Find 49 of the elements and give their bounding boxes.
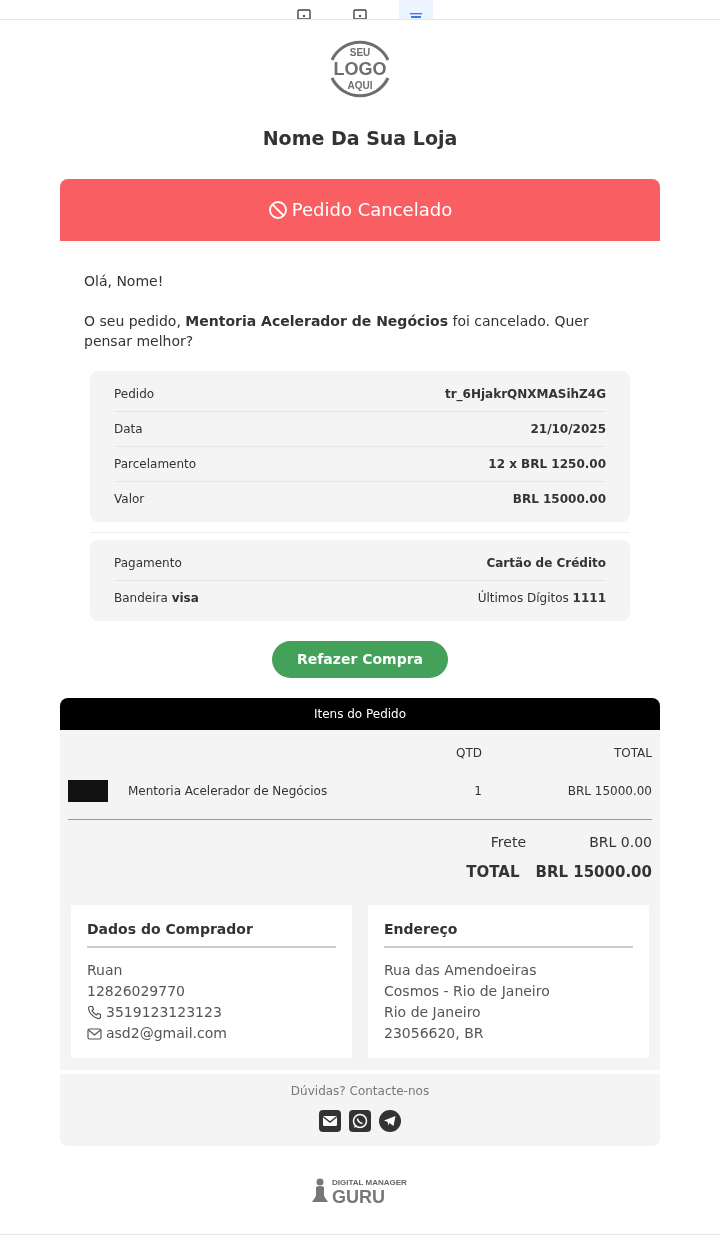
whatsapp-icon[interactable] xyxy=(349,1110,371,1132)
rebuy-button[interactable]: Refazer Compra xyxy=(271,640,449,678)
summary-value: BRL 15000.00 xyxy=(512,490,606,508)
card-title: Dados do Comprador xyxy=(87,919,336,948)
grand-total-label: TOTAL xyxy=(466,861,520,883)
items-header: Itens do Pedido xyxy=(60,697,660,730)
buyer-detail: 12826029770 xyxy=(87,982,185,1001)
contact-prompt: Dúvidas? Contacte-nos xyxy=(289,1083,431,1100)
shipping-value: BRL 0.00 xyxy=(588,832,652,852)
payment-value: Últimos Dígitos 1111 xyxy=(477,589,606,607)
device-icon xyxy=(297,9,311,19)
summary-label: Valor xyxy=(114,490,145,508)
buyer-detail: 3519123123123 xyxy=(106,1003,222,1022)
column-header: QTD xyxy=(455,744,482,762)
greeting-text: Olá, Nome! xyxy=(84,271,165,291)
summary-label: Data xyxy=(114,420,143,438)
address-line: 23056620, BR xyxy=(384,1024,484,1043)
banner-title: Pedido Cancelado xyxy=(291,198,453,222)
telegram-icon[interactable] xyxy=(379,1110,401,1132)
buyer-detail: asd2@gmail.com xyxy=(106,1024,227,1043)
summary-value: tr_6HjakrQNXMASihZ4G xyxy=(444,385,606,403)
product-total: BRL 15000.00 xyxy=(566,782,652,800)
store-name: Nome Da Sua Loja xyxy=(261,126,459,151)
grand-total-value: BRL 15000.00 xyxy=(535,861,652,883)
envelope-icon xyxy=(87,1026,102,1041)
summary-value: 12 x BRL 1250.00 xyxy=(488,455,606,473)
device-icon xyxy=(353,9,367,19)
cancel-icon xyxy=(267,199,288,220)
cancel-message: O seu pedido, Mentoria Acelerador de Negócios foi cancelado. Quer pensar melhor? xyxy=(84,311,590,351)
brand-logo: DIGITAL MANAGER GURU xyxy=(312,1176,408,1204)
summary-label: Parcelamento xyxy=(114,455,197,473)
payment-label: Pagamento xyxy=(114,554,182,572)
product-name: Mentoria Acelerador de Negócios xyxy=(128,782,329,800)
store-logo: SEU LOGO AQUI xyxy=(326,34,394,102)
summary-value: 21/10/2025 xyxy=(530,420,606,438)
email-icon[interactable] xyxy=(319,1110,341,1132)
address-line: Rio de Janeiro xyxy=(384,1003,481,1022)
phone-icon xyxy=(87,1005,102,1020)
payment-label: Bandeira visa xyxy=(114,589,199,607)
address-line: Rua das Amendoeiras xyxy=(384,961,537,980)
shipping-label: Frete xyxy=(490,832,526,852)
product-quantity: 1 xyxy=(473,782,482,800)
summary-label: Pedido xyxy=(114,385,155,403)
column-header: TOTAL xyxy=(612,744,652,762)
card-title: Endereço xyxy=(384,919,633,948)
product-image-placeholder xyxy=(68,779,108,802)
buyer-detail: Ruan xyxy=(87,961,123,980)
address-line: Cosmos - Rio de Janeiro xyxy=(384,982,550,1001)
payment-value: Cartão de Crédito xyxy=(486,554,606,572)
